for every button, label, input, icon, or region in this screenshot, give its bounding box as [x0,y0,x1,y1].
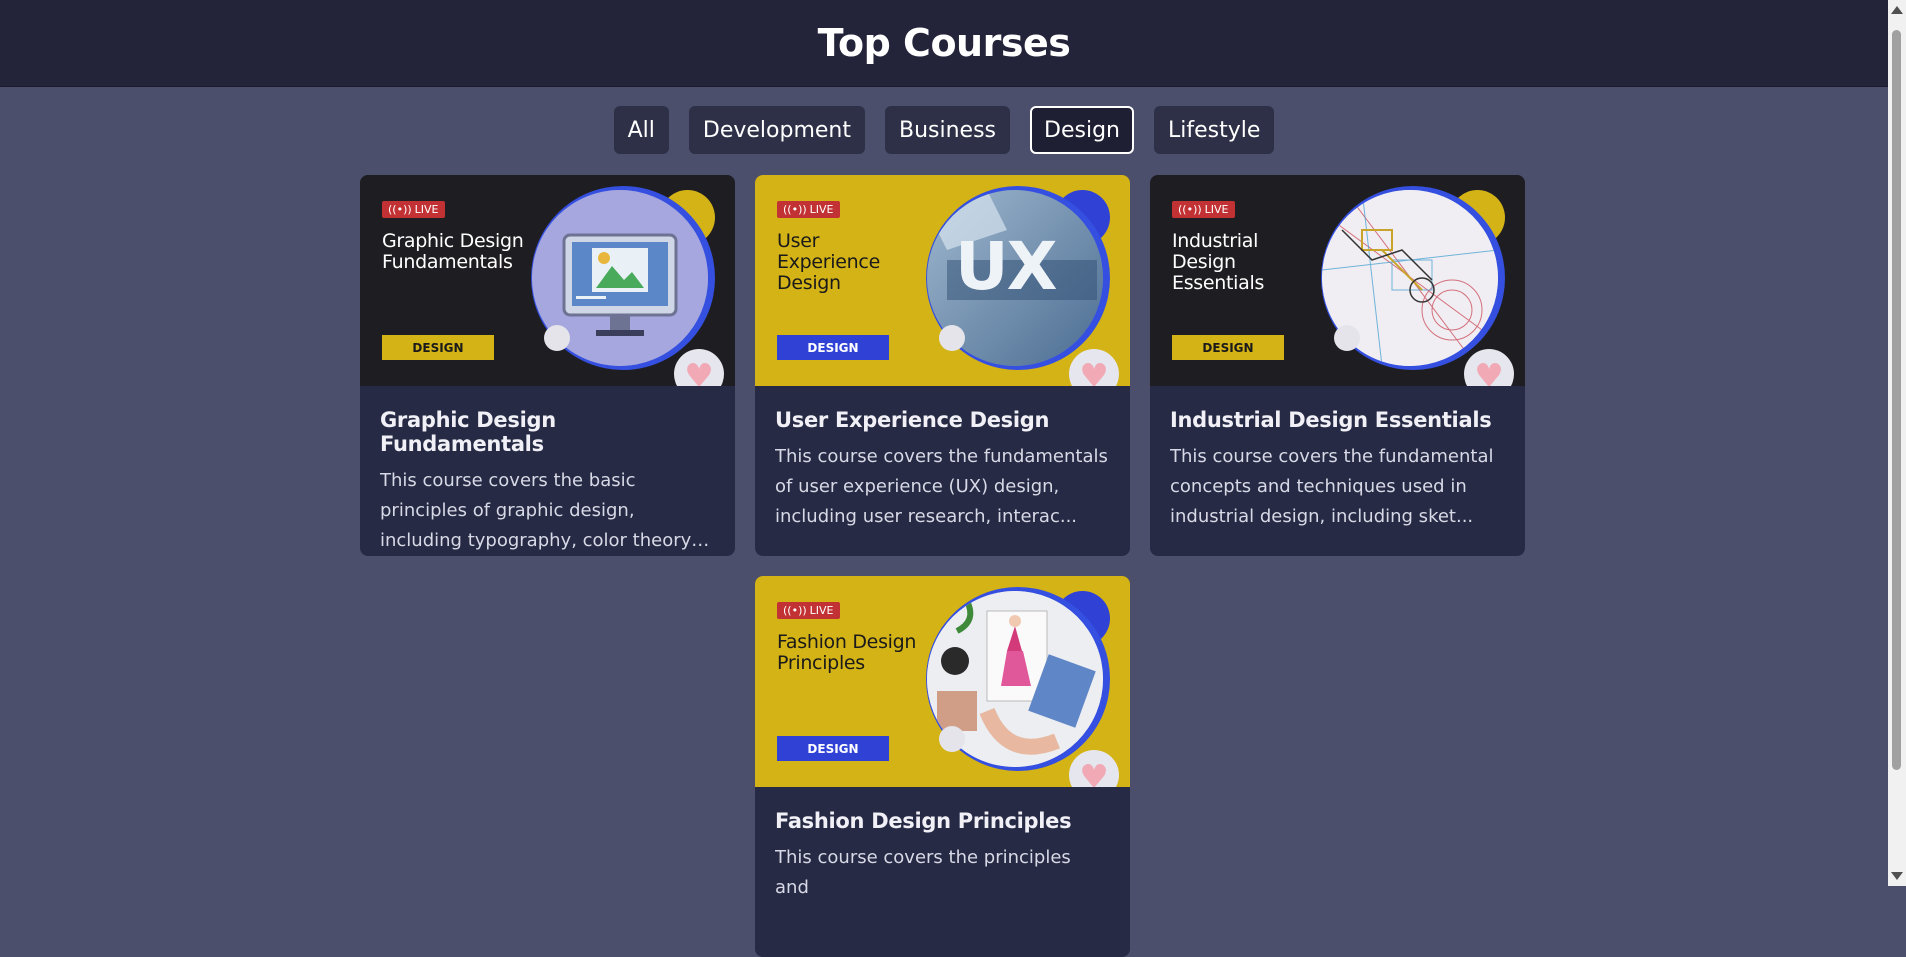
course-title: Graphic Design Fundamentals [380,408,556,456]
page-header: Top Courses [0,0,1888,87]
broadcast-icon: ((•)) [783,604,807,617]
thumbnail-title: User Experience Design [777,230,880,294]
live-badge: ((•)) LIVE [777,602,840,619]
filter-all-button[interactable]: All [613,106,669,154]
category-tag: DESIGN [1172,335,1284,360]
course-thumbnail: ((•)) LIVE User Experience Design DESIGN … [755,175,1130,386]
vertical-scrollbar[interactable] [1888,0,1906,886]
filter-business-button[interactable]: Business [885,106,1011,154]
course-description: This course covers the basic principles … [380,470,698,551]
course-title: Industrial Design Essentials [1170,408,1492,432]
thumbnail-title: Fashion Design Principles [777,631,917,674]
page-title: Top Courses [817,21,1071,65]
filter-development-button[interactable]: Development [688,106,865,154]
decorative-dot [1334,325,1360,351]
heart-icon: ♥ [1474,355,1504,387]
favorite-button[interactable]: ♥ [1464,349,1514,386]
scroll-up-icon[interactable] [1891,6,1903,14]
course-card-user-experience[interactable]: ((•)) LIVE User Experience Design DESIGN … [755,175,1130,556]
course-thumbnail: ((•)) LIVE Fashion Design Principles DESI… [755,576,1130,787]
category-tag: DESIGN [777,736,889,761]
decorative-dot [544,325,570,351]
course-description: This course covers the fundamentals of u… [775,446,1108,527]
live-badge: ((•)) LIVE [1172,201,1235,218]
decorative-dot [939,325,965,351]
category-filters: All Development Business Design Lifestyl… [0,106,1888,154]
course-card-fashion-design[interactable]: ((•)) LIVE Fashion Design Principles DESI… [755,576,1130,957]
ux-art-text: UX [955,228,1057,305]
decorative-dot [939,726,965,752]
broadcast-icon: ((•)) [388,203,412,216]
heart-icon: ♥ [1079,756,1109,788]
course-description: This course covers the principles and [775,847,1071,898]
filter-lifestyle-button[interactable]: Lifestyle [1153,106,1275,154]
live-badge: ((•)) LIVE [382,201,445,218]
scroll-down-icon[interactable] [1891,872,1903,880]
course-title: User Experience Design [775,408,1050,432]
course-description: This course covers the fundamental conce… [1170,446,1494,527]
category-tag: DESIGN [382,335,494,360]
filter-design-button[interactable]: Design [1030,106,1134,154]
category-tag: DESIGN [777,335,889,360]
favorite-button[interactable]: ♥ [674,349,724,386]
course-card-graphic-design[interactable]: ((•)) LIVE Graphic Design Fundamentals DE… [360,175,735,556]
course-card-industrial-design[interactable]: ((•)) LIVE Industrial Design Essentials D… [1150,175,1525,556]
heart-icon: ♥ [684,355,714,387]
favorite-button[interactable]: ♥ [1069,349,1119,386]
course-thumbnail: ((•)) LIVE Graphic Design Fundamentals DE… [360,175,735,386]
thumbnail-title: Industrial Design Essentials [1172,230,1265,294]
scrollbar-thumb[interactable] [1892,30,1901,770]
heart-icon: ♥ [1079,355,1109,387]
favorite-button[interactable]: ♥ [1069,750,1119,787]
course-thumbnail: ((•)) LIVE Industrial Design Essentials D… [1150,175,1525,386]
course-title: Fashion Design Principles [775,809,1072,833]
broadcast-icon: ((•)) [1178,203,1202,216]
broadcast-icon: ((•)) [783,203,807,216]
live-badge: ((•)) LIVE [777,201,840,218]
thumbnail-title: Graphic Design Fundamentals [382,230,524,273]
